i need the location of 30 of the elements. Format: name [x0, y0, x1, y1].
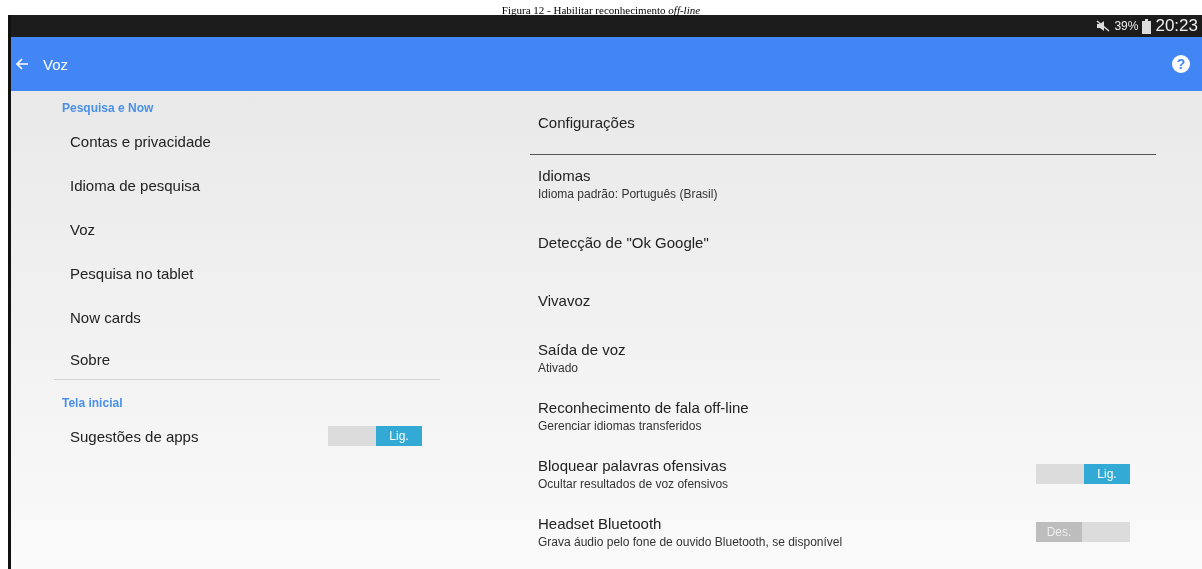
sidebar-item[interactable]: Pesquisa no tablet: [70, 264, 422, 282]
battery-icon: [1142, 18, 1152, 34]
sidebar-item[interactable]: Voz: [70, 220, 422, 238]
back-arrow-icon[interactable]: [15, 57, 29, 71]
setting-description: Grava áudio pelo fone de ouvido Bluetooth, se disponível: [538, 535, 844, 549]
setting-description: Gerenciar idiomas transferidos: [538, 419, 703, 433]
section-header: Pesquisa e Now: [61, 100, 155, 117]
figure-caption: Figura 12 - Habilitar reconhecimento off-line: [501, 3, 701, 18]
setting-title[interactable]: Headset Bluetooth: [538, 515, 1036, 532]
setting-title[interactable]: Saída de voz: [538, 341, 1130, 358]
mute-icon: [1096, 20, 1111, 32]
setting-title[interactable]: Reconhecimento de fala off-line: [538, 399, 1130, 416]
sidebar-item[interactable]: Sugestões de apps: [70, 427, 328, 445]
clock-time: 20:23: [1155, 16, 1198, 36]
setting-description: Idioma padrão: Português (Brasil): [538, 187, 719, 201]
setting-description: Ocultar resultados de voz ofensivos: [538, 477, 730, 491]
sidebar-item[interactable]: Now cards: [70, 308, 422, 326]
sidebar-item[interactable]: Sobre: [70, 350, 422, 368]
app-bar-title: Voz: [43, 55, 70, 73]
sidebar-item[interactable]: Contas e privacidade: [70, 132, 422, 150]
setting-title[interactable]: Vivavoz: [538, 291, 1130, 309]
setting-title[interactable]: Bloquear palavras ofensivas: [538, 457, 1036, 474]
sidebar-item[interactable]: Idioma de pesquisa: [70, 176, 422, 194]
section-header: Tela inicial: [61, 395, 124, 412]
help-button[interactable]: ?: [1172, 55, 1190, 73]
section-title: Configurações: [530, 91, 1156, 155]
setting-title[interactable]: Idiomas: [538, 167, 1130, 184]
setting-description: Ativado: [538, 361, 580, 375]
battery-percent: 39%: [1114, 19, 1139, 33]
setting-title[interactable]: Detecção de "Ok Google": [538, 233, 1130, 251]
